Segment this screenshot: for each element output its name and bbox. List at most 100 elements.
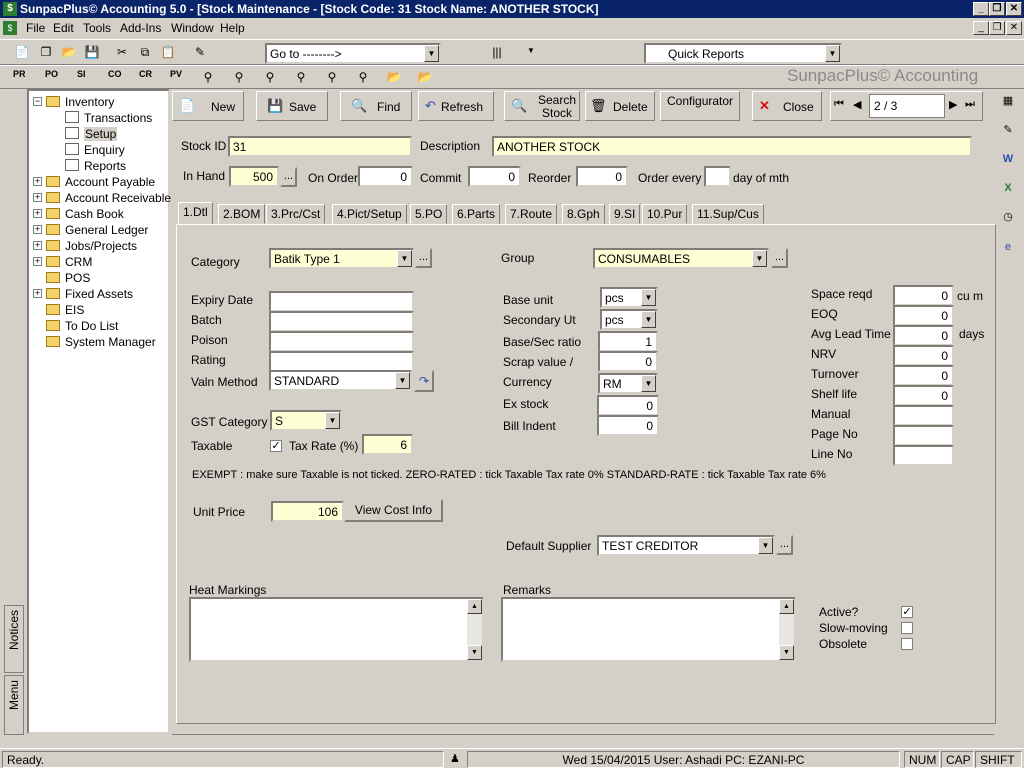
doc-button-cr[interactable]: CR: [139, 69, 152, 79]
tree-item-cash-book[interactable]: Cash Book: [46, 207, 124, 221]
space-reqd-field[interactable]: 0: [893, 285, 954, 306]
save-button[interactable]: 💾 Save: [256, 91, 328, 121]
tree-item-system-manager[interactable]: System Manager: [46, 335, 156, 349]
chevron-down-icon[interactable]: ▼: [752, 250, 767, 267]
close-window-button[interactable]: ✕: [1006, 2, 1022, 16]
open-folder-icon[interactable]: 📂: [61, 44, 77, 60]
line-no-field[interactable]: [893, 445, 954, 466]
tree-item-pos[interactable]: POS: [46, 271, 90, 285]
tab-po[interactable]: 5.PO: [410, 204, 448, 224]
shelf-life-field[interactable]: 0: [893, 385, 954, 406]
secondary-unit-select[interactable]: pcs ▼: [600, 309, 658, 330]
calculator-icon[interactable]: ▦: [1000, 93, 1016, 109]
active-checkbox[interactable]: ✓: [901, 606, 913, 618]
close-button[interactable]: ✕ Close: [752, 91, 822, 121]
new-button[interactable]: 📄 New: [172, 91, 244, 121]
tree-item-transactions[interactable]: Transactions: [65, 111, 152, 125]
delete-button[interactable]: 🗑 Delete: [585, 91, 655, 121]
expand-icon[interactable]: +: [33, 241, 42, 250]
tab-sup-cus[interactable]: 11.Sup/Cus: [692, 204, 764, 224]
chevron-down-icon[interactable]: ▼: [641, 375, 656, 392]
order-every-field[interactable]: [704, 166, 731, 187]
excel-icon[interactable]: X: [1000, 180, 1016, 196]
import-folder-icon[interactable]: 📂: [386, 69, 402, 85]
menu-tools[interactable]: Tools: [83, 21, 111, 35]
mdi-restore-button[interactable]: ❐: [989, 21, 1005, 35]
tax-rate-field[interactable]: 6: [362, 434, 413, 455]
slow-moving-checkbox[interactable]: [901, 622, 913, 634]
tree-item-crm[interactable]: CRM: [46, 255, 92, 269]
chevron-down-icon[interactable]: ▼: [527, 46, 535, 55]
chevron-down-icon[interactable]: ▼: [397, 250, 412, 267]
nrv-field[interactable]: 0: [893, 345, 954, 366]
tab-gph[interactable]: 8.Gph: [562, 204, 605, 224]
doc-button-pv[interactable]: PV: [170, 69, 182, 79]
menu-help[interactable]: Help: [220, 21, 245, 35]
cut-icon[interactable]: ✂: [114, 44, 130, 60]
gst-category-select[interactable]: S ▼: [270, 410, 342, 431]
scrollbar[interactable]: ▲ ▼: [467, 599, 482, 660]
barcode-icon[interactable]: |||: [487, 44, 507, 60]
save-disk-icon[interactable]: 💾: [84, 44, 100, 60]
scrollbar[interactable]: ▲ ▼: [779, 599, 794, 660]
tab-menu[interactable]: Menu: [4, 675, 24, 735]
notepad-icon[interactable]: ✎: [1000, 122, 1016, 138]
chevron-down-icon[interactable]: ▼: [825, 45, 840, 62]
tree-item-setup[interactable]: Setup: [65, 127, 118, 141]
chevron-down-icon[interactable]: ▼: [641, 289, 656, 306]
turnover-field[interactable]: 0: [893, 365, 954, 386]
scroll-up-icon[interactable]: ▲: [467, 599, 482, 614]
expand-icon[interactable]: +: [33, 177, 42, 186]
expiry-date-field[interactable]: [269, 291, 414, 312]
heat-markings-textarea[interactable]: ▲ ▼: [189, 597, 484, 662]
internet-explorer-icon[interactable]: e: [1000, 239, 1016, 255]
group-select[interactable]: CONSUMABLES ▼: [593, 248, 769, 269]
tree-item-account-payable[interactable]: Account Payable: [46, 175, 155, 189]
bill-indent-field[interactable]: 0: [597, 415, 659, 436]
doc-button-po[interactable]: PO: [45, 69, 58, 79]
last-record-icon[interactable]: ⏭: [965, 98, 975, 111]
base-unit-select[interactable]: pcs ▼: [600, 287, 658, 308]
quick-reports-dropdown[interactable]: Quick Reports ▼: [644, 43, 842, 64]
eoq-field[interactable]: 0: [893, 305, 954, 326]
expand-icon[interactable]: +: [33, 257, 42, 266]
category-select[interactable]: Batik Type 1 ▼: [269, 248, 414, 269]
currency-select[interactable]: RM ▼: [598, 373, 658, 394]
tree-item-general-ledger[interactable]: General Ledger: [46, 223, 148, 237]
base-sec-ratio-field[interactable]: 1: [598, 331, 658, 352]
tab-prc-cst[interactable]: 3.Prc/Cst: [266, 204, 326, 224]
chevron-down-icon[interactable]: ▼: [325, 412, 340, 429]
clock-icon[interactable]: ◷: [1000, 209, 1016, 225]
unit-price-field[interactable]: 106: [271, 501, 344, 522]
refresh-button[interactable]: ↶ Refresh: [418, 91, 494, 121]
paste-icon[interactable]: 📋: [160, 44, 176, 60]
maximize-button[interactable]: ❐: [989, 2, 1005, 16]
menu-file[interactable]: File: [26, 21, 45, 35]
configurator-button[interactable]: Configurator: [660, 91, 740, 121]
binoculars-icon[interactable]: ⚲: [355, 69, 371, 85]
find-button[interactable]: 🔍 Find: [340, 91, 412, 121]
goto-dropdown[interactable]: Go to --------> ▼: [265, 43, 441, 64]
scroll-up-icon[interactable]: ▲: [779, 599, 794, 614]
view-cost-info-button[interactable]: View Cost Info: [344, 499, 443, 522]
on-order-field[interactable]: 0: [358, 166, 413, 187]
tab-si[interactable]: 9.SI: [609, 204, 641, 224]
stock-id-field[interactable]: 31: [228, 136, 412, 157]
minimize-button[interactable]: _: [973, 2, 989, 16]
collapse-icon[interactable]: −: [33, 97, 42, 106]
tree-item-account-receivable[interactable]: Account Receivable: [46, 191, 171, 205]
tree-item-fixed-assets[interactable]: Fixed Assets: [46, 287, 133, 301]
binoculars-icon[interactable]: ⚲: [200, 69, 216, 85]
page-no-field[interactable]: [893, 425, 954, 446]
app-icon[interactable]: $: [3, 2, 17, 16]
word-icon[interactable]: W: [1000, 151, 1016, 167]
expand-icon[interactable]: +: [33, 209, 42, 218]
in-hand-lookup-button[interactable]: ...: [280, 167, 297, 187]
group-lookup-button[interactable]: ...: [771, 248, 788, 268]
chevron-down-icon[interactable]: ▼: [424, 45, 439, 62]
tab-parts[interactable]: 6.Parts: [452, 204, 501, 224]
tree-item-enquiry[interactable]: Enquiry: [65, 143, 125, 157]
tab-route[interactable]: 7.Route: [505, 204, 558, 224]
copy-icon[interactable]: ⧉: [137, 44, 153, 60]
scrap-value-field[interactable]: 0: [598, 351, 658, 372]
